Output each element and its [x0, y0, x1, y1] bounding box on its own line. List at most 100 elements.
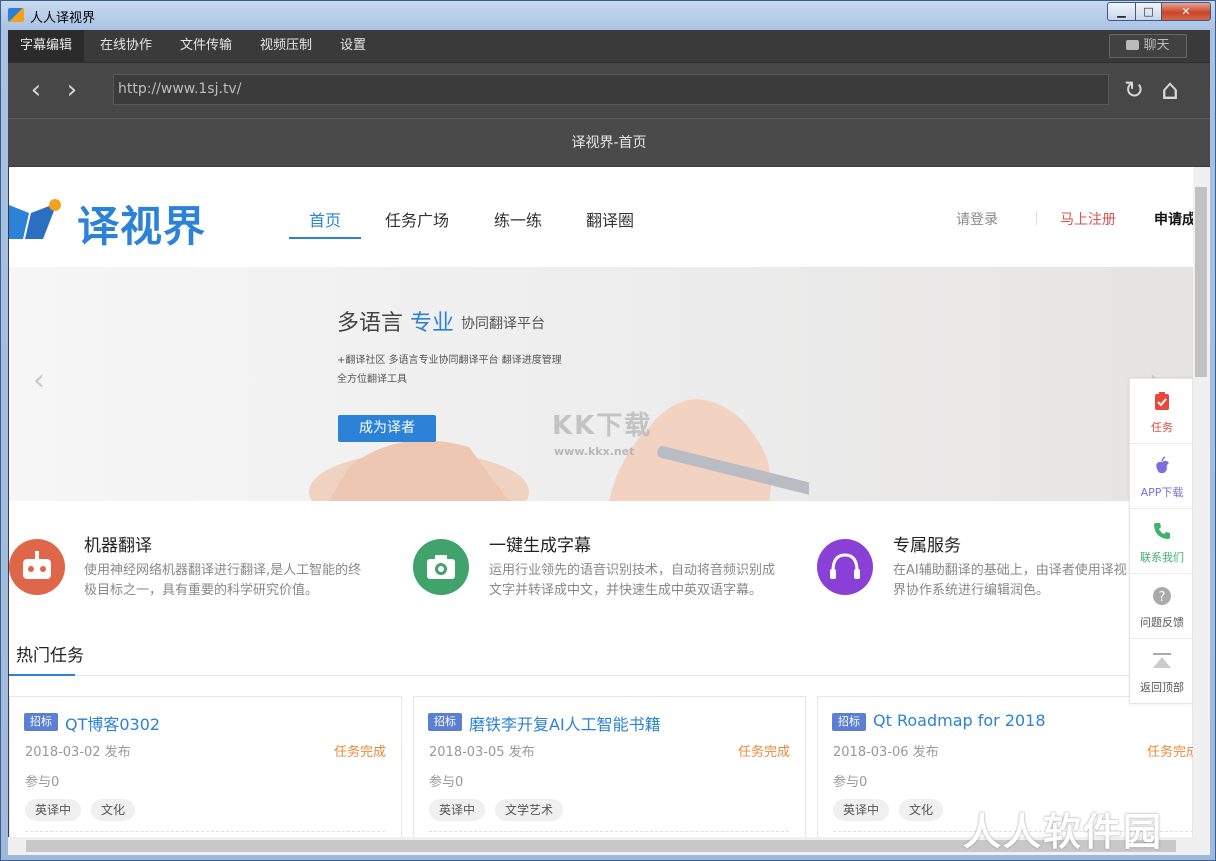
watermark-text: KK下载 — [552, 405, 652, 442]
task-chip[interactable]: 文化 — [91, 799, 135, 821]
nav-translation-circle[interactable]: 翻译圈 — [586, 207, 634, 231]
nav-home[interactable]: 首页 — [309, 207, 341, 231]
nav-task-square[interactable]: 任务广场 — [385, 207, 449, 231]
task-tag: 招标 — [832, 713, 866, 731]
task-card[interactable]: 招标 QT博客0302 2018-03-02 发布 任务完成 参与0 英译中 文… — [9, 696, 402, 837]
task-tag: 招标 — [428, 713, 462, 731]
site-logo-text[interactable]: 译视界 — [77, 193, 206, 254]
maximize-button[interactable]: □ — [1135, 2, 1162, 21]
camera-icon — [413, 539, 469, 595]
task-participants: 参与0 — [25, 771, 59, 790]
robot-icon — [9, 539, 65, 595]
feature-desc-service: 在AI辅助翻译的基础上，由译者使用译视界协作系统进行编辑润色。 — [893, 561, 1133, 601]
task-chip[interactable]: 文学艺术 — [495, 799, 563, 821]
chat-icon — [1126, 40, 1139, 50]
menu-subtitle-edit[interactable]: 字幕编辑 — [8, 30, 84, 62]
sidebar-label: 任务 — [1130, 419, 1193, 435]
title-bar: 人人译视界 ▁ □ ✕ — [1, 1, 1215, 29]
svg-text:?: ? — [1159, 590, 1166, 605]
task-date: 2018-03-05 发布 — [429, 741, 535, 760]
task-participants: 参与0 — [429, 771, 463, 790]
menu-bar: 字幕编辑 在线协作 文件传输 视频压制 设置 聊天 — [8, 30, 1210, 62]
top-arrow-icon — [1152, 651, 1172, 671]
feature-desc-mt: 使用神经网络机器翻译进行翻译,是人工智能的终极目标之一，具有重要的科学研究价值。 — [84, 561, 374, 601]
task-status: 任务完成 — [738, 741, 790, 760]
banner-prev-arrow[interactable]: ‹ — [33, 363, 45, 398]
hot-tasks-title: 热门任务 — [16, 641, 84, 666]
window-title: 人人译视界 — [30, 7, 95, 26]
sidebar-label: APP下载 — [1130, 484, 1193, 500]
vertical-scrollbar[interactable] — [1193, 167, 1210, 837]
login-link[interactable]: 请登录 — [956, 209, 998, 229]
task-date: 2018-03-02 发布 — [25, 741, 131, 760]
task-status: 任务完成 — [1147, 741, 1193, 760]
apply-link[interactable]: 申请成为 — [1154, 209, 1193, 229]
nav-active-indicator — [289, 237, 361, 239]
sidebar-feedback-button[interactable]: ? 问题反馈 — [1130, 574, 1193, 639]
sidebar-task-button[interactable]: 任务 — [1130, 379, 1193, 444]
menu-video-encode[interactable]: 视频压制 — [248, 30, 324, 62]
app-logo-icon — [8, 8, 24, 22]
watermark-url: www.kkx.net — [554, 445, 634, 458]
sidebar-label: 返回顶部 — [1130, 679, 1193, 695]
chat-label: 聊天 — [1143, 38, 1169, 53]
back-button[interactable]: ‹ — [22, 73, 50, 107]
sidebar-label: 问题反馈 — [1130, 614, 1193, 630]
feature-title-mt: 机器翻译 — [84, 531, 152, 556]
task-card[interactable]: 招标 磨铁李开复AI人工智能书籍 2018-03-05 发布 任务完成 参与0 … — [413, 696, 806, 837]
banner-line-1: +翻译社区 多语言专业协同翻译平台 翻译进度管理 — [337, 351, 562, 366]
menu-online-collab[interactable]: 在线协作 — [88, 30, 164, 62]
feature-title-service: 专属服务 — [893, 531, 961, 556]
become-translator-button[interactable]: 成为译者 — [338, 415, 436, 442]
task-status: 任务完成 — [334, 741, 386, 760]
minimize-button[interactable]: ▁ — [1107, 2, 1136, 21]
nav-bar: ‹ › http://www.1sj.tv/ ↻ ⌂ — [8, 62, 1210, 118]
hot-tasks-underline — [9, 674, 75, 676]
divider — [1036, 211, 1037, 225]
app-window: 人人译视界 ▁ □ ✕ 字幕编辑 在线协作 文件传输 视频压制 设置 聊天 ‹ … — [0, 0, 1216, 861]
register-link[interactable]: 马上注册 — [1060, 209, 1116, 229]
menu-settings[interactable]: 设置 — [328, 30, 378, 62]
apple-icon — [1152, 456, 1172, 476]
chat-button[interactable]: 聊天 — [1109, 34, 1187, 58]
task-chip[interactable]: 英译中 — [833, 799, 889, 821]
task-title[interactable]: Qt Roadmap for 2018 — [873, 711, 1046, 730]
sidebar-label: 联系我们 — [1130, 549, 1193, 565]
refresh-button[interactable]: ↻ — [1120, 73, 1148, 107]
hero-banner: 多语言 专业 协同翻译平台 +翻译社区 多语言专业协同翻译平台 翻译进度管理 全… — [9, 267, 1193, 501]
menu-file-transfer[interactable]: 文件传输 — [168, 30, 244, 62]
task-tag: 招标 — [24, 713, 58, 731]
sidebar-app-download-button[interactable]: APP下载 — [1130, 444, 1193, 509]
app-frame: 字幕编辑 在线协作 文件传输 视频压制 设置 聊天 ‹ › http://www… — [8, 30, 1210, 855]
banner-subtitle: 协同翻译平台 — [461, 313, 545, 333]
question-icon: ? — [1152, 586, 1172, 606]
phone-icon — [1152, 521, 1172, 541]
divider — [9, 675, 1193, 676]
site-logo-icon — [9, 199, 61, 241]
headset-icon — [817, 539, 873, 595]
floating-sidebar: 任务 APP下载 联系我们 ? 问题反馈 返回顶部 — [1129, 378, 1193, 704]
url-input[interactable]: http://www.1sj.tv/ — [113, 74, 1109, 105]
task-chip[interactable]: 文化 — [899, 799, 943, 821]
page-title: 译视界-首页 — [8, 118, 1210, 166]
banner-line-2: 全方位翻译工具 — [337, 370, 407, 385]
task-participants: 参与0 — [833, 771, 867, 790]
nav-practice[interactable]: 练一练 — [494, 207, 542, 231]
task-chip[interactable]: 英译中 — [429, 799, 485, 821]
banner-title: 多语言 专业 — [337, 305, 454, 337]
corner-watermark: 人人软件园 — [963, 801, 1163, 856]
feature-title-subtitle: 一键生成字幕 — [489, 531, 591, 556]
sidebar-contact-button[interactable]: 联系我们 — [1130, 509, 1193, 574]
forward-button[interactable]: › — [58, 73, 86, 107]
task-chip[interactable]: 英译中 — [25, 799, 81, 821]
close-button[interactable]: ✕ — [1161, 2, 1211, 21]
scroll-thumb[interactable] — [1195, 187, 1207, 377]
task-date: 2018-03-06 发布 — [833, 741, 939, 760]
sidebar-back-to-top-button[interactable]: 返回顶部 — [1130, 639, 1193, 704]
web-page: 译视界 首页 任务广场 练一练 翻译圈 请登录 马上注册 申请成为 多语言 专业… — [9, 167, 1193, 837]
task-title[interactable]: QT博客0302 — [65, 711, 160, 735]
task-title[interactable]: 磨铁李开复AI人工智能书籍 — [469, 711, 661, 735]
home-button[interactable]: ⌂ — [1156, 73, 1184, 107]
clipboard-icon — [1152, 391, 1172, 411]
feature-desc-subtitle: 运用行业领先的语音识别技术，自动将音频识别成文字并转译成中文，并快速生成中英双语… — [489, 561, 779, 601]
